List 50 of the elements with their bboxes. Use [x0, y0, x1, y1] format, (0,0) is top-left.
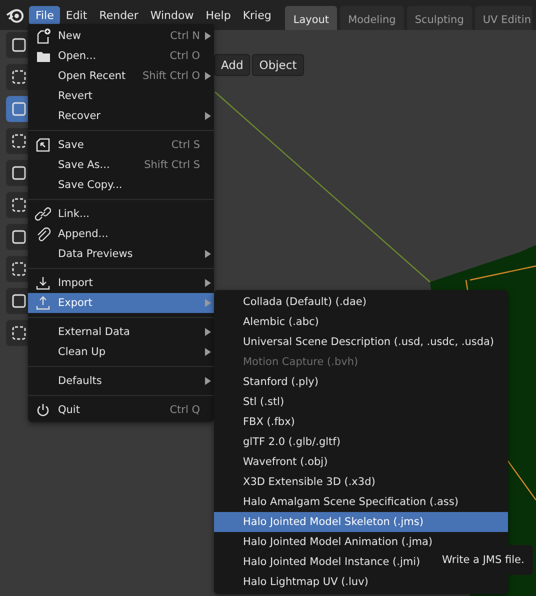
menu-item[interactable]: Append...	[28, 224, 214, 244]
logo-icon	[6, 7, 26, 23]
menu-item[interactable]: Render	[93, 6, 144, 24]
select-box-icon	[10, 68, 28, 86]
menu-item[interactable]: Stl (.stl)	[214, 392, 508, 412]
menu-item[interactable]: Defaults	[28, 371, 214, 391]
upload-icon	[35, 295, 51, 311]
menu-item[interactable]: Edit	[60, 6, 94, 24]
new-file-icon	[35, 28, 51, 44]
menu-item[interactable]: Collada (Default) (.dae)	[214, 292, 508, 312]
menu-item[interactable]: Revert	[28, 86, 214, 106]
menu-item[interactable]: Save Ctrl S	[28, 135, 214, 155]
menu-item[interactable]: File	[29, 6, 60, 24]
menu-item[interactable]: Recover	[28, 106, 214, 126]
menu-item[interactable]: Export	[28, 293, 214, 313]
menu-item[interactable]: Wavefront (.obj)	[214, 452, 508, 472]
workspace-tab[interactable]: Modeling	[340, 6, 404, 30]
header-menu-button[interactable]: Object	[252, 54, 304, 76]
menu-item[interactable]: Save As... Shift Ctrl S	[28, 155, 214, 175]
chain-icon	[35, 206, 51, 222]
menu-item[interactable]: Window	[144, 6, 200, 24]
header-menu-button[interactable]: Add	[214, 54, 250, 76]
menu-item[interactable]: Quit Ctrl Q	[28, 400, 214, 420]
menu-item[interactable]: New Ctrl N	[28, 26, 214, 46]
menu-item[interactable]: X3D Extensible 3D (.x3d)	[214, 472, 508, 492]
power-icon	[35, 402, 51, 418]
workspace-tab[interactable]: Sculpting	[406, 6, 472, 30]
menu-item[interactable]: Import	[28, 273, 214, 293]
menu-item[interactable]: Krieg	[236, 6, 278, 24]
download-icon	[35, 275, 51, 291]
paperclip-icon	[35, 226, 51, 242]
menu-item[interactable]: Open Recent Shift Ctrl O	[28, 66, 214, 86]
menu-item[interactable]: Halo Amalgam Scene Specification (.ass)	[214, 492, 508, 512]
save-file-icon	[35, 137, 51, 153]
workspace-tab[interactable]: UV Editin	[474, 6, 532, 30]
menu-item[interactable]: Halo Lightmap UV (.luv)	[214, 572, 508, 592]
menu-item[interactable]: Link...	[28, 204, 214, 224]
menu-item[interactable]: Alembic (.abc)	[214, 312, 508, 332]
menu-item[interactable]: Help	[200, 6, 237, 24]
menu-item[interactable]: Universal Scene Description (.usd, .usdc, .usda)	[214, 332, 508, 352]
menu-item[interactable]: FBX (.fbx)	[214, 412, 508, 432]
menu-item[interactable]: Halo Jointed Model Skeleton (.jms)	[214, 512, 508, 532]
menu-item[interactable]: External Data	[28, 322, 214, 342]
menu-item[interactable]: Stanford (.ply)	[214, 372, 508, 392]
menu-item[interactable]: glTF 2.0 (.glb/.gltf)	[214, 432, 508, 452]
menu-item[interactable]: Data Previews	[28, 244, 214, 264]
menu-item[interactable]: Open... Ctrl O	[28, 46, 214, 66]
menu-item[interactable]: Save Copy...	[28, 175, 214, 195]
menu-item[interactable]: Clean Up	[28, 342, 214, 362]
workspace-tab[interactable]: Layout	[285, 6, 338, 30]
